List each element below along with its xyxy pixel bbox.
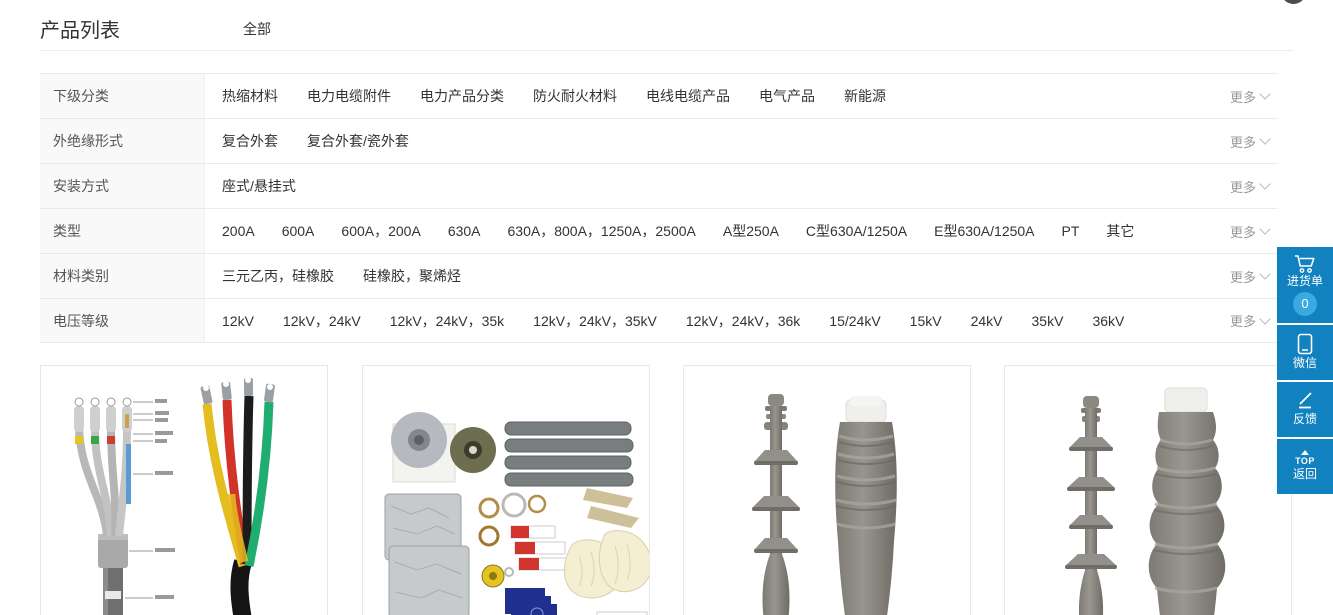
- filter-option[interactable]: 12kV，24kV，35k: [390, 311, 504, 331]
- feedback-label: 反馈: [1293, 411, 1317, 428]
- filter-label: 电压等级: [40, 299, 205, 342]
- mobile-phone-icon: [1297, 333, 1313, 355]
- product-image-termination-pair: [684, 366, 971, 615]
- filter-option[interactable]: 硅橡胶，聚烯烃: [363, 266, 461, 286]
- chevron-down-icon: [1259, 313, 1270, 324]
- filter-option[interactable]: 200A: [222, 223, 255, 239]
- back-to-top-button[interactable]: TOP 返回: [1277, 439, 1333, 494]
- filter-label: 安装方式: [40, 164, 205, 208]
- filter-option[interactable]: 12kV，24kV，36k: [686, 311, 800, 331]
- more-label: 更多: [1230, 222, 1256, 241]
- cart-icon: [1294, 254, 1316, 273]
- filter-option[interactable]: 630A，800A，1250A，2500A: [508, 221, 696, 241]
- filter-option[interactable]: 35kV: [1032, 313, 1064, 329]
- more-button[interactable]: 更多: [1215, 164, 1277, 208]
- product-image-cable-termination: [41, 366, 328, 615]
- more-label: 更多: [1230, 267, 1256, 286]
- more-button[interactable]: 更多: [1215, 254, 1277, 298]
- filter-option[interactable]: 12kV，24kV: [283, 311, 361, 331]
- filter-option[interactable]: 三元乙丙，硅橡胶: [222, 266, 334, 286]
- cart-count-badge: 0: [1293, 292, 1317, 316]
- more-button[interactable]: 更多: [1215, 74, 1277, 118]
- page-title: 产品列表: [40, 14, 120, 43]
- filter-option[interactable]: C型630A/1250A: [806, 221, 907, 241]
- more-label: 更多: [1230, 132, 1256, 151]
- filter-row-voltage: 电压等级 12kV 12kV，24kV 12kV，24kV，35k 12kV，2…: [40, 298, 1277, 343]
- filter-label: 外绝缘形式: [40, 119, 205, 163]
- tab-all[interactable]: 全部: [243, 19, 271, 39]
- filter-option[interactable]: 电力产品分类: [420, 86, 504, 106]
- filter-option[interactable]: 新能源: [844, 86, 886, 106]
- more-button[interactable]: 更多: [1215, 299, 1277, 342]
- filter-option[interactable]: 座式/悬挂式: [222, 176, 296, 196]
- product-card[interactable]: [362, 365, 650, 615]
- filter-label: 下级分类: [40, 74, 205, 118]
- header-divider: [40, 50, 1293, 51]
- filter-option[interactable]: 600A，200A: [341, 221, 420, 241]
- filter-option[interactable]: 电线电缆产品: [646, 86, 730, 106]
- filter-option[interactable]: E型630A/1250A: [934, 221, 1034, 241]
- filter-option[interactable]: 复合外套: [222, 131, 278, 151]
- filter-option[interactable]: 600A: [282, 223, 315, 239]
- filter-table: 下级分类 热缩材料 电力电缆附件 电力产品分类 防火耐火材料 电线电缆产品 电气…: [40, 73, 1277, 343]
- filter-option[interactable]: 其它: [1106, 221, 1134, 241]
- feedback-button[interactable]: 反馈: [1277, 382, 1333, 437]
- product-card[interactable]: [1004, 365, 1292, 615]
- filter-row-insulation-form: 外绝缘形式 复合外套 复合外套/瓷外套 更多: [40, 118, 1277, 163]
- filter-option[interactable]: 电力电缆附件: [307, 86, 391, 106]
- page-header: 产品列表 全部: [40, 14, 1293, 50]
- chevron-down-icon: [1259, 133, 1270, 144]
- filter-row-material: 材料类别 三元乙丙，硅橡胶 硅橡胶，聚烯烃 更多: [40, 253, 1277, 298]
- filter-label: 类型: [40, 209, 205, 253]
- filter-option[interactable]: 15/24kV: [829, 313, 880, 329]
- filter-option[interactable]: A型250A: [723, 221, 779, 241]
- more-button[interactable]: 更多: [1215, 209, 1277, 253]
- filter-items: 热缩材料 电力电缆附件 电力产品分类 防火耐火材料 电线电缆产品 电气产品 新能…: [205, 74, 1215, 118]
- filter-option[interactable]: 630A: [448, 223, 481, 239]
- product-image-outdoor-termination-pair: [1005, 366, 1292, 615]
- filter-items: 复合外套 复合外套/瓷外套: [205, 119, 1215, 163]
- filter-option[interactable]: 24kV: [971, 313, 1003, 329]
- filter-option[interactable]: 热缩材料: [222, 86, 278, 106]
- wechat-button[interactable]: 微信: [1277, 325, 1333, 380]
- filter-items: 12kV 12kV，24kV 12kV，24kV，35k 12kV，24kV，3…: [205, 299, 1215, 342]
- floating-widget-partial[interactable]: [1281, 0, 1306, 4]
- arrow-up-icon: [1301, 450, 1309, 455]
- cart-label: 进货单: [1287, 273, 1323, 290]
- floating-side-menu: 进货单 0 微信 反馈 TOP 返回: [1277, 247, 1333, 496]
- chevron-down-icon: [1259, 88, 1270, 99]
- product-card[interactable]: [683, 365, 971, 615]
- filter-option[interactable]: 15kV: [910, 313, 942, 329]
- filter-option[interactable]: 36kV: [1092, 313, 1124, 329]
- filter-row-type: 类型 200A 600A 600A，200A 630A 630A，800A，12…: [40, 208, 1277, 253]
- pencil-icon: [1295, 391, 1315, 411]
- filter-option[interactable]: 12kV，24kV，35kV: [533, 311, 657, 331]
- filter-items: 200A 600A 600A，200A 630A 630A，800A，1250A…: [205, 209, 1215, 253]
- chevron-down-icon: [1259, 223, 1270, 234]
- filter-option[interactable]: 电气产品: [759, 86, 815, 106]
- chevron-down-icon: [1259, 268, 1270, 279]
- top-word: TOP: [1295, 457, 1315, 466]
- filter-option[interactable]: 防火耐火材料: [533, 86, 617, 106]
- filter-option[interactable]: 12kV: [222, 313, 254, 329]
- back-label: 返回: [1293, 466, 1317, 483]
- filter-label: 材料类别: [40, 254, 205, 298]
- filter-option[interactable]: PT: [1062, 223, 1080, 239]
- more-label: 更多: [1230, 177, 1256, 196]
- wechat-label: 微信: [1293, 355, 1317, 372]
- product-image-accessory-kit: [363, 366, 650, 615]
- more-button[interactable]: 更多: [1215, 119, 1277, 163]
- chevron-down-icon: [1259, 178, 1270, 189]
- filter-items: 座式/悬挂式: [205, 164, 1215, 208]
- more-label: 更多: [1230, 311, 1256, 330]
- filter-row-subcategory: 下级分类 热缩材料 电力电缆附件 电力产品分类 防火耐火材料 电线电缆产品 电气…: [40, 73, 1277, 118]
- product-card[interactable]: [40, 365, 328, 615]
- filter-option[interactable]: 复合外套/瓷外套: [307, 131, 409, 151]
- cart-button[interactable]: 进货单 0: [1277, 247, 1333, 323]
- filter-row-mounting: 安装方式 座式/悬挂式 更多: [40, 163, 1277, 208]
- more-label: 更多: [1230, 87, 1256, 106]
- filter-items: 三元乙丙，硅橡胶 硅橡胶，聚烯烃: [205, 254, 1215, 298]
